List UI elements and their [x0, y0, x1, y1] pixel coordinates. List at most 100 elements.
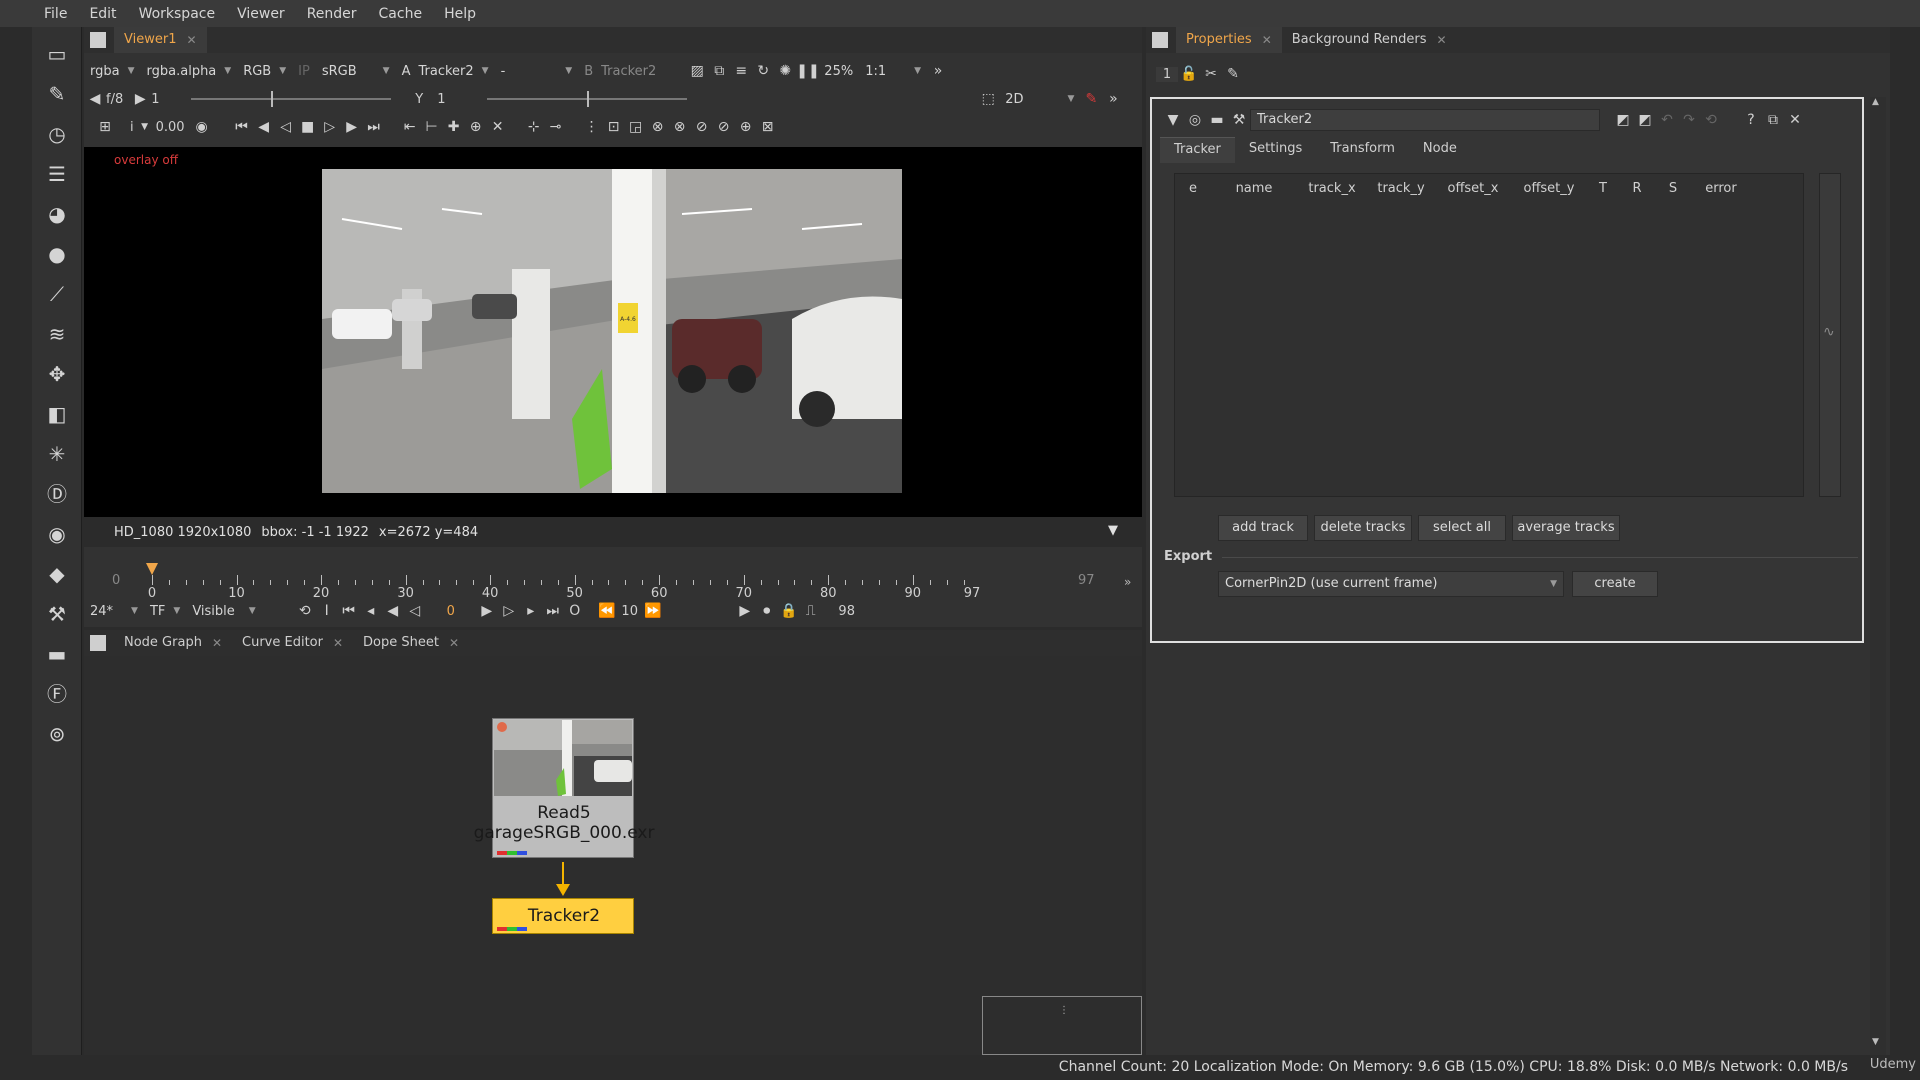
undo-icon[interactable]: ↶ — [1656, 109, 1678, 131]
clear-all-icon[interactable]: ⊗ — [669, 116, 691, 138]
draw-icon[interactable]: ✎ — [44, 81, 70, 107]
skip-forward-icon[interactable]: ⏭ — [363, 116, 385, 138]
filter-icon[interactable]: ● — [44, 241, 70, 267]
particles-icon[interactable]: ✳ — [44, 441, 70, 467]
close-icon[interactable]: ✕ — [333, 630, 343, 656]
transform-icon[interactable]: ✥ — [44, 361, 70, 387]
rewind-icon[interactable]: ⏪ — [596, 600, 618, 622]
last-frame-icon[interactable]: ⏭ — [542, 600, 564, 622]
out-point-icon[interactable]: O — [564, 600, 586, 622]
deep-icon[interactable]: Ⓓ — [44, 481, 70, 507]
add-keyframe-icon[interactable]: ✚ — [443, 116, 465, 138]
menu-render[interactable]: Render — [307, 6, 357, 22]
col-scale[interactable]: S — [1655, 181, 1691, 196]
b-input-dropdown[interactable]: B Tracker2 — [578, 60, 662, 82]
revert-icon[interactable]: ⟲ — [1700, 109, 1722, 131]
fast-forward-icon[interactable]: ⏩ — [642, 600, 664, 622]
properties-scrollbar[interactable]: ▲ ▼ — [1870, 97, 1886, 1055]
chevron-down-icon[interactable]: ▼ — [134, 116, 156, 138]
in-point-icon[interactable]: I — [316, 600, 338, 622]
image-icon[interactable]: ▭ — [44, 41, 70, 67]
views-icon[interactable]: ◉ — [44, 521, 70, 547]
add-track-button[interactable]: add track — [1218, 515, 1308, 541]
node-graph-canvas[interactable]: Read5 garageSRGB_000.exr Tracker2 ⋮ — [84, 656, 1142, 1055]
tab-properties[interactable]: Properties ✕ — [1176, 27, 1282, 53]
stop-icon[interactable]: ■ — [297, 116, 319, 138]
fstop-right-icon[interactable]: ▶ — [129, 88, 151, 110]
close-icon[interactable]: ✕ — [449, 630, 459, 656]
add-track-icon[interactable]: ⊕ — [465, 116, 487, 138]
subtab-tracker[interactable]: Tracker — [1160, 137, 1235, 163]
float-icon[interactable]: ⧉ — [1762, 109, 1784, 131]
node-name-field[interactable]: Tracker2 — [1250, 109, 1600, 131]
expand-icon[interactable]: » — [1124, 575, 1131, 589]
viewer-canvas[interactable]: overlay off A-4.6 — [84, 147, 1142, 517]
playhead[interactable] — [146, 563, 158, 575]
close-icon[interactable]: ✕ — [1262, 27, 1272, 53]
average-tracks-button[interactable]: average tracks — [1512, 515, 1620, 541]
next-frame-icon[interactable]: ▷ — [498, 600, 520, 622]
eye-icon[interactable]: ◉ — [191, 116, 213, 138]
gl-color-icon[interactable]: ◩ — [1634, 109, 1656, 131]
furnace-icon[interactable]: Ⓕ — [44, 681, 70, 707]
keyer-icon[interactable]: ⟋ — [44, 281, 70, 307]
clear-keys-icon[interactable]: ⊗ — [647, 116, 669, 138]
first-frame-icon[interactable]: ⏮ — [338, 600, 360, 622]
tab-node-graph[interactable]: Node Graph ✕ — [114, 630, 232, 656]
key-all-icon[interactable]: ⊹ — [523, 116, 545, 138]
current-frame-field[interactable]: 0 — [426, 604, 476, 619]
channels-dropdown[interactable]: rgba ▼ — [84, 60, 141, 82]
col-offset-y[interactable]: offset_y — [1511, 181, 1587, 196]
skip-back-icon[interactable]: ⏮ — [231, 116, 253, 138]
overlay-icon[interactable]: ⧉ — [708, 60, 730, 82]
delete-keyframe-icon[interactable]: ✕ — [487, 116, 509, 138]
subtab-settings[interactable]: Settings — [1235, 137, 1316, 163]
layers-icon[interactable]: ≡ — [730, 60, 752, 82]
flipbook-icon[interactable]: ▶ — [734, 600, 756, 622]
redo-icon[interactable]: ↷ — [1678, 109, 1700, 131]
tab-viewer1[interactable]: Viewer1 ✕ — [114, 27, 207, 53]
prev-frame-icon[interactable]: ◀ — [382, 600, 404, 622]
clear-back-icon[interactable]: ⊘ — [691, 116, 713, 138]
subtab-transform[interactable]: Transform — [1316, 137, 1409, 163]
col-track-y[interactable]: track_y — [1367, 181, 1435, 196]
channel-icon[interactable]: ☰ — [44, 161, 70, 187]
gamma-slider-handle[interactable] — [587, 91, 590, 107]
menu-edit[interactable]: Edit — [89, 6, 116, 22]
color-icon[interactable]: ◕ — [44, 201, 70, 227]
scroll-down-icon[interactable]: ▼ — [1872, 1037, 1879, 1047]
last-frame-field[interactable]: 98 — [822, 604, 872, 619]
metadata-icon[interactable]: ◆ — [44, 561, 70, 587]
menu-file[interactable]: File — [44, 6, 67, 22]
scroll-up-icon[interactable]: ▲ — [1872, 97, 1879, 107]
tab-dope-sheet[interactable]: Dope Sheet ✕ — [353, 630, 469, 656]
tool-icon[interactable]: ⚒ — [1228, 109, 1250, 131]
tf-dropdown[interactable]: TF ▼ — [144, 600, 186, 622]
compare-op-dropdown[interactable]: - ▼ — [495, 60, 579, 82]
view-mode-dropdown[interactable]: 2D ▼ — [999, 88, 1080, 110]
track-range-icon[interactable]: ⇤ — [399, 116, 421, 138]
merge-icon[interactable]: ≋ — [44, 321, 70, 347]
show-pattern-icon[interactable]: ◲ — [625, 116, 647, 138]
ip-button[interactable]: IP — [292, 60, 316, 82]
col-translate[interactable]: T — [1587, 181, 1619, 196]
paint-icon[interactable]: ✎ — [1080, 88, 1102, 110]
wipe-icon[interactable]: ▨ — [686, 60, 708, 82]
lut-dropdown[interactable]: sRGB ▼ — [316, 60, 396, 82]
frame-forward-icon[interactable]: ▷ — [319, 116, 341, 138]
grid-icon[interactable]: ⋮ — [581, 116, 603, 138]
help-icon[interactable]: ? — [1740, 109, 1762, 131]
monitor-icon[interactable]: ⎍ — [800, 600, 822, 622]
col-rotate[interactable]: R — [1619, 181, 1655, 196]
a-input-dropdown[interactable]: A Tracker2 ▼ — [396, 60, 495, 82]
lock-icon[interactable]: 🔒 — [778, 600, 800, 622]
ocula-icon[interactable]: ⊚ — [44, 721, 70, 747]
timeline-start[interactable]: 0 — [112, 573, 120, 588]
max-panels-field[interactable]: 1 — [1156, 66, 1178, 82]
key-pattern-icon[interactable]: ⊸ — [545, 116, 567, 138]
close-icon[interactable]: ✕ — [1784, 109, 1806, 131]
select-all-button[interactable]: select all — [1418, 515, 1506, 541]
expand-icon[interactable]: » — [1102, 88, 1124, 110]
panel-menu-icon[interactable] — [1152, 32, 1168, 48]
frame-back-icon[interactable]: ◁ — [275, 116, 297, 138]
